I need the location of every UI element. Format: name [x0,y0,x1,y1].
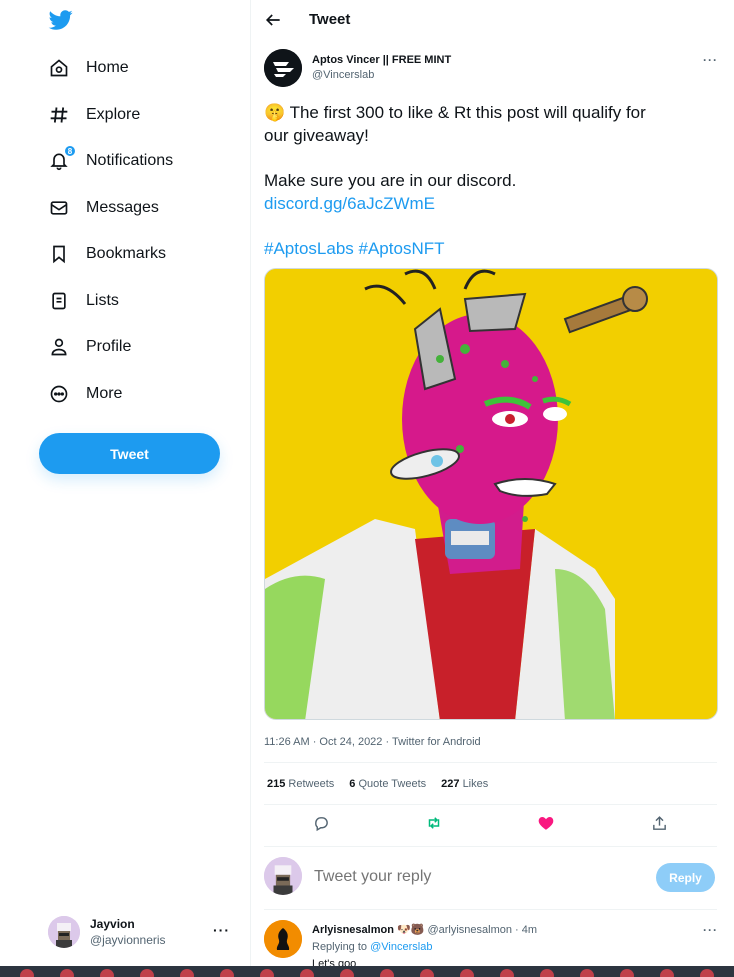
sidebar-item-label: Bookmarks [86,245,167,262]
reply-author-name[interactable]: Arlyisnesalmon 🐶🐻 [312,924,424,936]
tweet-media-image[interactable] [264,268,718,720]
discord-link[interactable]: discord.gg/6aJcZWmE [264,192,435,215]
like-icon[interactable] [535,812,557,834]
sidebar-item-label: Lists [86,292,119,309]
sidebar-item-more[interactable]: More [48,379,122,409]
reply-icon[interactable] [310,812,332,834]
hashtags-link[interactable]: #AptosLabs #AptosNFT [264,237,444,260]
tweet-timestamp: 11:26 AM · Oct 24, 2022 · Twitter for An… [264,736,481,748]
sidebar-item-notifications[interactable]: 8 Notifications [48,145,174,176]
account-name: Jayvion [90,917,135,931]
list-icon [48,290,70,312]
avatar [48,916,80,948]
envelope-icon [48,197,70,219]
sidebar: Home Explore 8 Notifications Messages Bo… [0,0,250,977]
sidebar-item-label: Notifications [86,152,174,169]
replying-to: Replying to @Vincerslab [312,941,433,953]
retweets-stat[interactable]: 215 Retweets [267,778,334,790]
sidebar-item-lists[interactable]: Lists [48,286,119,316]
reply-more-icon[interactable]: ··· [703,923,718,937]
share-icon[interactable] [648,812,670,834]
sidebar-item-label: Home [86,59,129,76]
tweet-button[interactable]: Tweet [39,433,220,474]
bookmark-icon [48,243,70,265]
page-header: Tweet [251,0,734,40]
author-handle: @Vincerslab [312,69,375,81]
reply-author-handle: @arlyisnesalmon · 4m [427,924,538,936]
sidebar-item-label: More [86,385,123,402]
tweet-actions [264,812,717,834]
sidebar-item-bookmarks[interactable]: Bookmarks [48,239,166,269]
account-more-icon[interactable]: ··· [213,922,230,938]
account-switcher[interactable]: Jayvion @jayvionneris ··· [48,912,238,952]
main-column: Tweet Aptos Vincer || FREE MINT @Vincers… [250,0,734,977]
hashtag-icon [48,104,70,126]
account-handle: @jayvionneris [90,933,166,947]
bell-icon: 8 [48,145,76,172]
likes-stat[interactable]: 227 Likes [441,778,488,790]
tweet-more-icon[interactable]: ··· [703,53,718,67]
twitter-bird-icon[interactable] [48,8,74,32]
tweet-text-line: 🤫 The first 300 to like & Rt this post w… [264,103,646,122]
reply-input[interactable] [314,868,594,886]
page-title: Tweet [309,11,351,28]
reply-button[interactable]: Reply [656,863,715,892]
replying-to-link[interactable]: @Vincerslab [370,941,432,953]
tweet-text-line: our giveaway! [264,126,369,145]
sidebar-item-label: Messages [86,199,159,216]
divider [264,909,717,910]
notification-badge: 8 [64,145,76,157]
sidebar-item-messages[interactable]: Messages [48,193,159,223]
sidebar-item-home[interactable]: Home [48,53,129,83]
back-arrow-icon[interactable] [263,10,283,30]
author-avatar[interactable] [264,49,302,87]
reply-header: Arlyisnesalmon 🐶🐻 @arlyisnesalmon · 4m [312,923,537,936]
reply-composer: Reply [264,857,717,897]
taskbar [0,966,734,977]
tweet-stats: 215 Retweets 6 Quote Tweets 227 Likes [267,778,488,790]
more-circle-icon [48,383,70,405]
quote-tweets-stat[interactable]: 6 Quote Tweets [349,778,426,790]
divider [264,762,717,763]
tweet-author[interactable]: Aptos Vincer || FREE MINT @Vincerslab [264,49,451,87]
divider [264,804,717,805]
tweet-text-line: Make sure you are in our discord. [264,171,517,190]
reply-author-avatar[interactable] [264,920,302,958]
author-name: Aptos Vincer || FREE MINT [312,54,452,66]
retweet-icon[interactable] [423,812,445,834]
sidebar-item-profile[interactable]: Profile [48,332,131,362]
divider [264,846,717,847]
person-icon [48,336,70,358]
home-icon [48,57,70,79]
sidebar-item-label: Profile [86,338,132,355]
sidebar-item-explore[interactable]: Explore [48,100,140,130]
sidebar-item-label: Explore [86,106,141,123]
avatar [264,857,302,895]
